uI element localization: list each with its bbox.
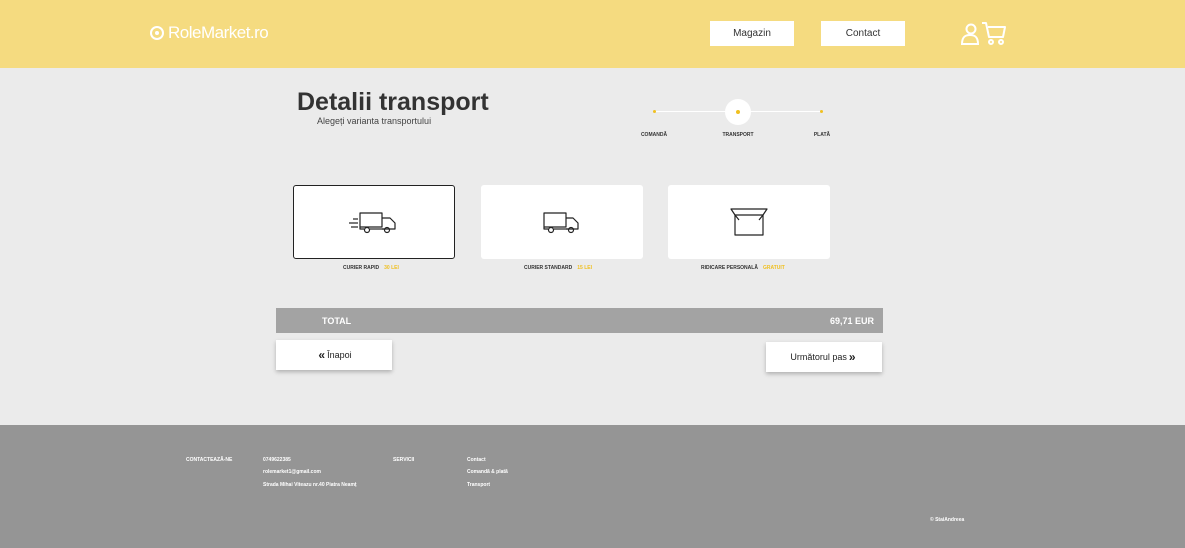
option-curier-standard[interactable] <box>481 185 643 259</box>
back-button[interactable]: « Înapoi <box>276 340 392 370</box>
user-icon[interactable] <box>960 22 980 46</box>
fast-truck-icon <box>349 212 396 234</box>
price-curier-standard: 15 LEI <box>577 265 592 271</box>
footer-link-contact[interactable]: Contact <box>467 457 486 463</box>
footer-address: Strada Mihai Viteazu nr.40 Piatra Neamț <box>263 482 357 488</box>
label-ridicare-personala: RIDICARE PERSONALĂ GRATUIT <box>701 265 785 271</box>
option-ridicare-personala[interactable] <box>668 185 830 259</box>
price-curier-rapid: 30 LEI <box>384 265 399 271</box>
footer-phone[interactable]: 0749622385 <box>263 457 291 463</box>
magazin-button[interactable]: Magazin <box>710 21 794 46</box>
logo[interactable]: RoleMarket.ro <box>150 22 269 44</box>
logo-icon <box>150 26 164 40</box>
step-label-transport[interactable]: TRANSPORT <box>722 132 753 138</box>
box-icon <box>730 208 768 236</box>
contact-button[interactable]: Contact <box>821 21 905 46</box>
next-step-button[interactable]: Următorul pas » <box>766 342 882 372</box>
label-curier-standard: CURIER STANDARD 15 LEI <box>524 265 592 271</box>
step-label-comanda[interactable]: COMANDĂ <box>641 132 667 138</box>
footer-contact-heading: CONTACTEAZĂ-NE <box>186 457 233 463</box>
step-label-plata[interactable]: PLATĂ <box>814 132 830 138</box>
double-chevron-right-icon: » <box>848 350 856 364</box>
price-ridicare-personala: GRATUIT <box>762 265 785 271</box>
option-curier-rapid[interactable] <box>293 185 455 259</box>
footer-services-heading: SERVICII <box>393 457 415 463</box>
label-curier-rapid: CURIER RAPID 30 LEI <box>343 265 399 271</box>
total-label: TOTAL <box>322 316 352 326</box>
header: RoleMarket.ro Magazin Contact <box>0 0 1185 68</box>
page-title: Detalii transport <box>297 88 489 116</box>
footer-link-transport[interactable]: Transport <box>467 482 490 488</box>
total-value: 69,71 EUR <box>829 316 874 326</box>
footer-link-comanda-plata[interactable]: Comandă & plată <box>467 469 508 475</box>
footer: CONTACTEAZĂ-NE 0749622385 rolemarket1@gm… <box>0 425 1185 548</box>
double-chevron-left-icon: « <box>318 348 326 362</box>
page-subtitle: Alegeți varianta transportului <box>317 116 432 126</box>
footer-copyright: © StaiAndreea <box>930 517 965 523</box>
step-dot-plata <box>820 110 823 113</box>
footer-email[interactable]: rolemarket1@gmail.com <box>263 469 321 475</box>
truck-icon <box>543 212 579 234</box>
step-dot-comanda <box>653 110 656 113</box>
total-bar: TOTAL 69,71 EUR <box>276 308 883 333</box>
checkout-stepper: COMANDĂ TRANSPORT PLATĂ <box>630 98 840 148</box>
logo-text: RoleMarket.ro <box>168 23 269 42</box>
cart-icon[interactable] <box>981 20 1007 46</box>
step-current-marker <box>725 99 751 125</box>
